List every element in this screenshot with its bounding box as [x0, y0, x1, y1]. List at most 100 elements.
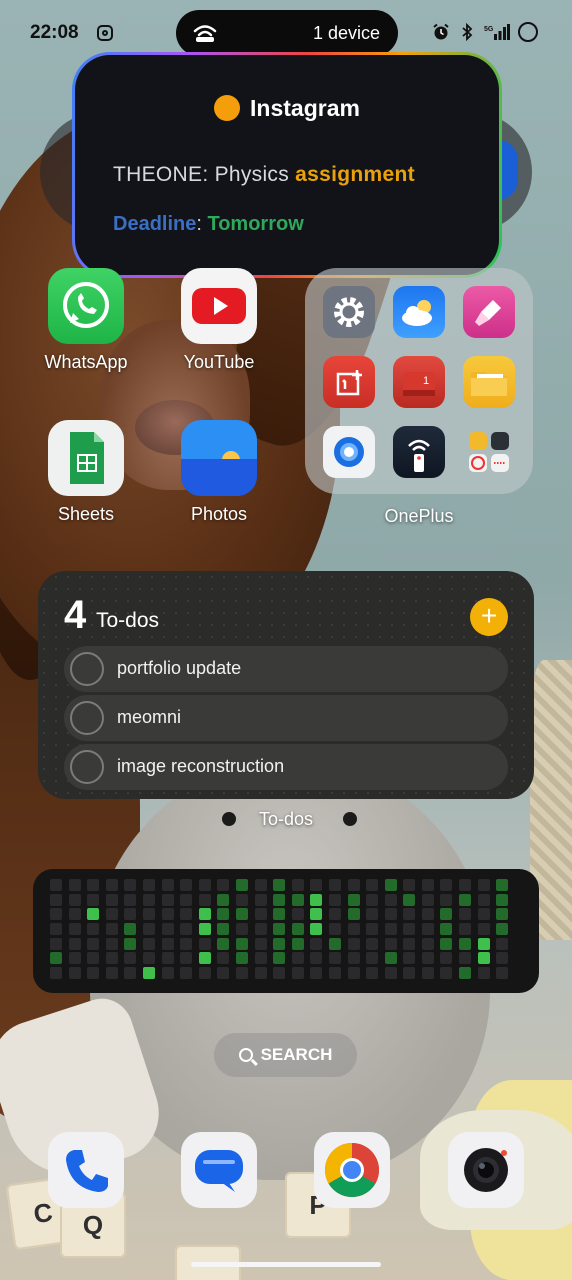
matrix-cell: [310, 937, 323, 950]
alarm-icon: [433, 23, 449, 40]
app-photos[interactable]: Photos: [164, 420, 274, 525]
dynamic-island[interactable]: 1 device: [176, 10, 398, 56]
todo-count: 4: [64, 593, 87, 637]
clone-phone-icon[interactable]: [323, 426, 375, 478]
search-label: SEARCH: [260, 1045, 333, 1064]
matrix-cell: [105, 952, 118, 965]
matrix-cell: [291, 967, 304, 980]
matrix-cell: [254, 937, 267, 950]
matrix-cell: [254, 893, 267, 906]
island-device-count: 1 device: [312, 23, 380, 43]
contribution-matrix-widget[interactable]: [33, 869, 539, 993]
matrix-cell: [273, 952, 286, 965]
files-icon[interactable]: [463, 356, 515, 408]
matrix-cell: [366, 923, 379, 936]
matrix-cell: [440, 879, 453, 891]
matrix-cell: [477, 908, 490, 921]
matrix-cell: [254, 952, 267, 965]
camera-icon[interactable]: [448, 1132, 524, 1208]
matrix-cell: [68, 967, 81, 980]
remote-icon[interactable]: [393, 426, 445, 478]
todo-checkbox[interactable]: [70, 652, 104, 686]
matrix-cell: [142, 937, 155, 950]
notification-body[interactable]: Instagram THEONE: Physics assignment Dea…: [75, 55, 499, 275]
folder-label: OnePlus: [384, 506, 454, 526]
battery-ring-icon: [518, 22, 538, 42]
matrix-cell: [421, 923, 434, 936]
matrix-cell: [68, 879, 81, 891]
matrix-cell: [477, 893, 490, 906]
notification-title: Instagram: [75, 95, 499, 122]
matrix-cell: [477, 937, 490, 950]
matrix-cell: [217, 908, 230, 921]
app-youtube[interactable]: YouTube: [164, 268, 274, 373]
search-button[interactable]: SEARCH: [214, 1033, 357, 1077]
matrix-cell: [161, 967, 174, 980]
matrix-cell: [142, 923, 155, 936]
matrix-cell: [477, 967, 490, 980]
matrix-cell: [235, 937, 248, 950]
matrix-cell: [198, 879, 211, 891]
signal-5g-icon: 5G: [484, 24, 510, 40]
chrome-icon[interactable]: [314, 1132, 390, 1208]
theme-store-icon[interactable]: [463, 286, 515, 338]
todo-widget[interactable]: 4 To-dos + portfolio update meomni image…: [38, 571, 534, 799]
app-whatsapp[interactable]: WhatsApp: [31, 268, 141, 373]
todo-checkbox[interactable]: [70, 750, 104, 784]
matrix-cell: [496, 908, 509, 921]
instagram-notification-popup[interactable]: Instagram THEONE: Physics assignment Dea…: [72, 52, 502, 278]
todo-item[interactable]: image reconstruction: [64, 744, 508, 790]
messages-icon[interactable]: [181, 1132, 257, 1208]
matrix-cell: [440, 937, 453, 950]
matrix-cell: [273, 937, 286, 950]
matrix-cell: [440, 893, 453, 906]
matrix-cell: [328, 908, 341, 921]
matrix-cell: [198, 908, 211, 921]
matrix-cell: [403, 908, 416, 921]
home-indicator[interactable]: [191, 1262, 381, 1267]
oneplus-community-icon[interactable]: [323, 356, 375, 408]
matrix-cell: [328, 937, 341, 950]
matrix-cell: [496, 937, 509, 950]
youtube-icon: [181, 268, 257, 344]
svg-text:5G: 5G: [484, 26, 494, 33]
matrix-cell: [496, 879, 509, 891]
matrix-cell: [440, 952, 453, 965]
matrix-cell: [421, 908, 434, 921]
todo-item[interactable]: portfolio update: [64, 646, 508, 692]
todo-checkbox[interactable]: [70, 701, 104, 735]
deadline-label: Deadline: [113, 213, 197, 235]
matrix-cell: [235, 967, 248, 980]
todo-widget-caption: To-dos: [258, 809, 314, 829]
matrix-cell: [161, 893, 174, 906]
matrix-cell: [347, 967, 360, 980]
settings-icon[interactable]: [323, 286, 375, 338]
app-sheets[interactable]: Sheets: [31, 420, 141, 525]
matrix-cell: [161, 937, 174, 950]
phone-icon[interactable]: [48, 1132, 124, 1208]
weather-icon[interactable]: [393, 286, 445, 338]
matrix-cell: [217, 879, 230, 891]
matrix-cell: [310, 893, 323, 906]
system-icons: 5G: [432, 22, 538, 42]
matrix-cell: [161, 908, 174, 921]
matrix-cell: [421, 893, 434, 906]
add-todo-button[interactable]: +: [470, 598, 508, 636]
sheets-icon: [48, 420, 124, 496]
matrix-cell: [347, 923, 360, 936]
tools-icon[interactable]: [463, 426, 515, 478]
todo-item-text: meomni: [117, 707, 182, 727]
matrix-cell: [347, 908, 360, 921]
matrix-cell: [142, 879, 155, 891]
clock-time: 22:08: [30, 22, 79, 43]
matrix-cell: [50, 879, 62, 891]
matrix-cell: [217, 967, 230, 980]
matrix-cell: [50, 937, 62, 950]
matrix-cell: [217, 893, 230, 906]
matrix-cell: [180, 893, 193, 906]
todo-item[interactable]: meomni: [64, 695, 508, 741]
oneplus-folder[interactable]: 1: [305, 268, 533, 494]
calendar-icon[interactable]: 1: [393, 356, 445, 408]
matrix-cell: [235, 952, 248, 965]
matrix-cell: [403, 937, 416, 950]
